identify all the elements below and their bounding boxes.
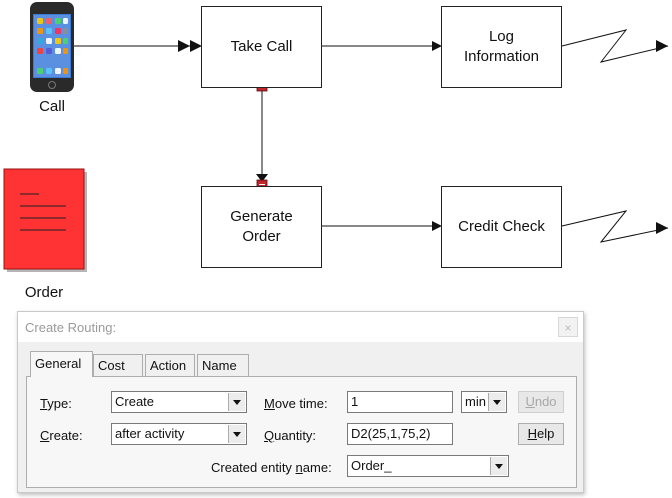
tab-cost[interactable]: Cost xyxy=(93,354,143,376)
node-credit-check-label: Credit Check xyxy=(458,218,545,235)
connector-call-to-take-call[interactable] xyxy=(74,40,202,52)
tab-action[interactable]: Action xyxy=(145,354,195,376)
chevron-down-icon[interactable] xyxy=(228,425,245,443)
connector-take-call-to-generate[interactable] xyxy=(256,81,268,190)
create-routing-dialog: Create Routing: × General Cost Action Na… xyxy=(17,311,584,493)
exit-lightning-credit[interactable] xyxy=(561,210,669,243)
type-select-value: Create xyxy=(115,394,155,409)
move-time-input[interactable]: 1 xyxy=(347,391,453,413)
move-time-label: Move time: xyxy=(264,396,328,411)
process-diagram xyxy=(3,2,669,272)
close-icon[interactable]: × xyxy=(558,317,578,337)
node-take-call-label: Take Call xyxy=(230,38,293,55)
phone-icon[interactable] xyxy=(30,2,74,92)
move-time-unit-select[interactable]: min xyxy=(461,391,507,413)
help-button[interactable]: Help xyxy=(518,423,564,445)
create-label: Create: xyxy=(40,428,83,443)
type-select[interactable]: Create xyxy=(111,391,247,413)
call-caption: Call xyxy=(39,98,65,115)
tab-general[interactable]: General xyxy=(30,351,93,377)
created-entity-name-value: Order_ xyxy=(351,458,392,473)
dialog-title-bar[interactable]: Create Routing: × xyxy=(18,312,583,342)
move-time-unit-value: min xyxy=(465,394,486,409)
type-label: Type: xyxy=(40,396,72,411)
chevron-down-icon[interactable] xyxy=(490,457,507,475)
exit-lightning-log[interactable] xyxy=(561,29,669,63)
order-caption: Order xyxy=(24,284,64,301)
node-credit-check[interactable]: Credit Check xyxy=(441,186,562,268)
created-entity-name-select[interactable]: Order_ xyxy=(347,455,509,477)
dialog-title: Create Routing: xyxy=(25,320,117,335)
node-generate-order-label: Generate Order xyxy=(230,208,293,245)
quantity-input[interactable]: D2(25,1,75,2) xyxy=(347,423,453,445)
general-tab-panel: Type: Create Move time: 1 min Undo Creat… xyxy=(26,376,577,488)
create-select-value: after activity xyxy=(115,426,185,441)
node-log-information-label: Log Information xyxy=(463,28,540,65)
order-document-icon[interactable] xyxy=(3,168,87,272)
tab-name[interactable]: Name xyxy=(197,354,249,376)
node-take-call[interactable]: Take Call xyxy=(201,6,322,88)
node-generate-order[interactable]: Generate Order xyxy=(201,186,322,268)
chevron-down-icon[interactable] xyxy=(228,393,245,411)
quantity-label: Quantity: xyxy=(264,428,317,443)
created-entity-name-label: Created entity name: xyxy=(211,460,332,475)
create-select[interactable]: after activity xyxy=(111,423,247,445)
node-log-information[interactable]: Log Information xyxy=(441,6,562,88)
chevron-down-icon[interactable] xyxy=(488,393,505,411)
undo-button[interactable]: Undo xyxy=(518,391,564,413)
